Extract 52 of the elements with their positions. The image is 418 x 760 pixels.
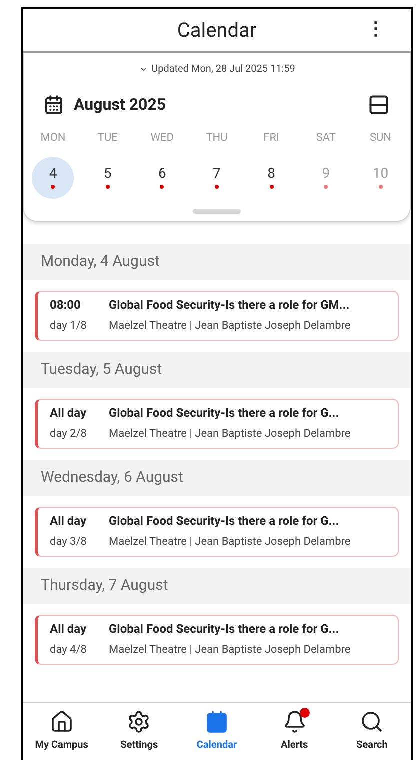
day-heading: Monday, 4 August xyxy=(23,244,411,280)
updated-text: Updated Mon, 28 Jul 2025 11:59 xyxy=(152,62,296,76)
day-heading: Thursday, 7 August xyxy=(23,568,411,604)
nav-tab[interactable]: Settings xyxy=(100,703,178,760)
event-title: Global Food Security-Is there a role for G... xyxy=(109,405,340,422)
more-menu-button[interactable]: ⋮ xyxy=(363,17,389,43)
month-label: August 2025 xyxy=(74,94,166,116)
date-cell[interactable]: 7 xyxy=(196,156,238,198)
weekday-label: SUN xyxy=(368,130,392,146)
date-cell[interactable]: 5 xyxy=(86,156,129,198)
day-heading: Wednesday, 6 August xyxy=(23,460,411,496)
event-title: Global Food Security-Is there a role for G... xyxy=(109,621,340,638)
event-day: day 4/8 xyxy=(50,642,109,659)
drag-handle[interactable] xyxy=(193,208,241,214)
event-card[interactable]: All day Global Food Security-Is there a role for G... day 4/8 Maelzel Theatre | Jean Baptiste Joseph Delambre xyxy=(35,614,399,664)
event-time: All day xyxy=(50,513,88,530)
date-cell[interactable]: 8 xyxy=(250,156,293,198)
event-location: Maelzel Theatre | Jean Baptiste Joseph Delambre xyxy=(109,426,351,442)
weekday-label: THU xyxy=(205,130,229,146)
nav-tab[interactable]: My Campus xyxy=(23,703,101,760)
event-card[interactable]: All day Global Food Security-Is there a role for G... day 3/8 Maelzel Theatre | Jean Baptiste Joseph Delambre xyxy=(35,506,399,556)
event-card[interactable]: All day Global Food Security-Is there a role for G... day 2/8 Maelzel Theatre | Jean Baptiste Joseph Delambre xyxy=(35,398,399,448)
event-title: Global Food Security-Is there a role for G... xyxy=(109,513,340,530)
event-time: 08:00 xyxy=(50,297,82,314)
date-cell[interactable]: 4 xyxy=(32,156,74,198)
event-day: day 3/8 xyxy=(50,534,109,551)
gear-icon xyxy=(127,710,152,734)
event-card[interactable]: 08:00 Global Food Security-Is there a role for GM... day 1/8 Maelzel Theatre | Jean Baptiste Joseph Delambre xyxy=(35,290,399,340)
search-icon xyxy=(360,710,384,734)
weekday-label: MON xyxy=(40,130,67,146)
house-icon xyxy=(50,710,74,734)
calendar-icon xyxy=(204,710,229,734)
nav-tab[interactable]: Search xyxy=(333,703,411,760)
view-toggle-icon[interactable] xyxy=(368,94,390,116)
calendar-icon[interactable] xyxy=(44,95,64,115)
event-day: day 1/8 xyxy=(50,318,109,335)
nav-tab[interactable]: Calendar xyxy=(178,703,256,760)
event-time: All day xyxy=(50,621,88,638)
nav-tab[interactable]: Alerts xyxy=(256,703,334,760)
header-title: Calendar xyxy=(177,17,257,44)
event-time: All day xyxy=(50,405,88,422)
weekday-label: WED xyxy=(150,130,176,146)
weekday-label: TUE xyxy=(96,130,119,146)
event-location: Maelzel Theatre | Jean Baptiste Joseph Delambre xyxy=(109,534,351,550)
event-location: Maelzel Theatre | Jean Baptiste Joseph Delambre xyxy=(109,642,351,658)
weekday-label: FRI xyxy=(262,130,280,146)
day-heading: Tuesday, 5 August xyxy=(23,352,411,388)
event-location: Maelzel Theatre | Jean Baptiste Joseph Delambre xyxy=(109,318,351,334)
event-day: day 2/8 xyxy=(50,426,109,443)
event-title: Global Food Security-Is there a role for GM... xyxy=(109,297,350,314)
weekday-label: SAT xyxy=(315,130,337,146)
date-cell[interactable]: 6 xyxy=(141,156,184,198)
